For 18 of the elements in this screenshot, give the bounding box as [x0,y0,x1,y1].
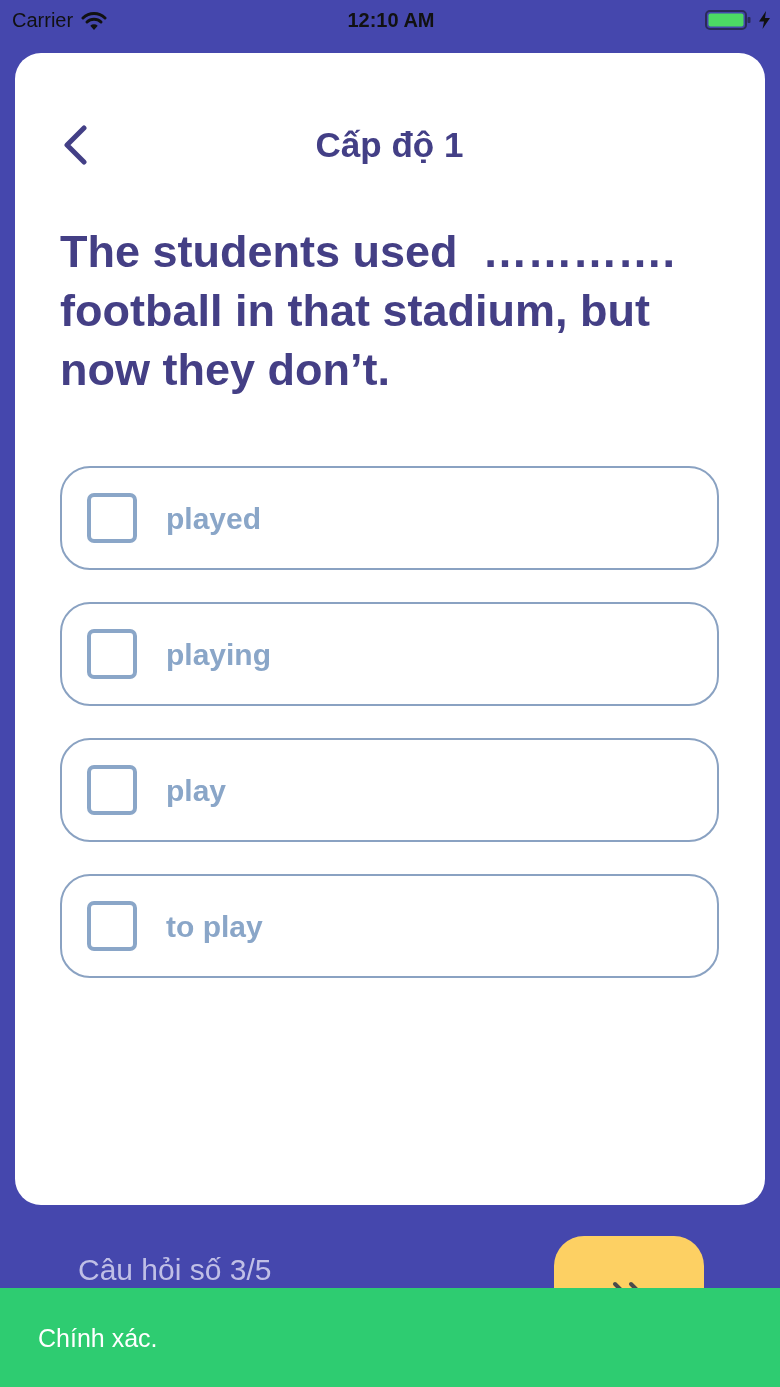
back-icon[interactable] [62,125,88,165]
charging-bolt-icon [759,11,770,29]
answer-option[interactable]: play [60,738,719,842]
question-counter: Câu hỏi số 3/5 [78,1253,272,1287]
answer-option[interactable]: to play [60,874,719,978]
wifi-icon [81,10,108,30]
status-time: 12:10 AM [347,8,435,32]
carrier-label: Carrier [12,8,74,32]
toast-message: Chính xác. [38,1322,158,1353]
battery-icon [705,10,751,30]
question-text: The students used …………. football in that stadium, but now they don’t. [60,225,677,397]
answer-option[interactable]: played [60,466,719,570]
checkbox[interactable] [87,493,137,543]
answer-option[interactable]: playing [60,602,719,706]
checkbox[interactable] [87,765,137,815]
checkbox[interactable] [87,629,137,679]
checkbox[interactable] [87,901,137,951]
level-title: Cấp độ 1 [314,125,465,165]
